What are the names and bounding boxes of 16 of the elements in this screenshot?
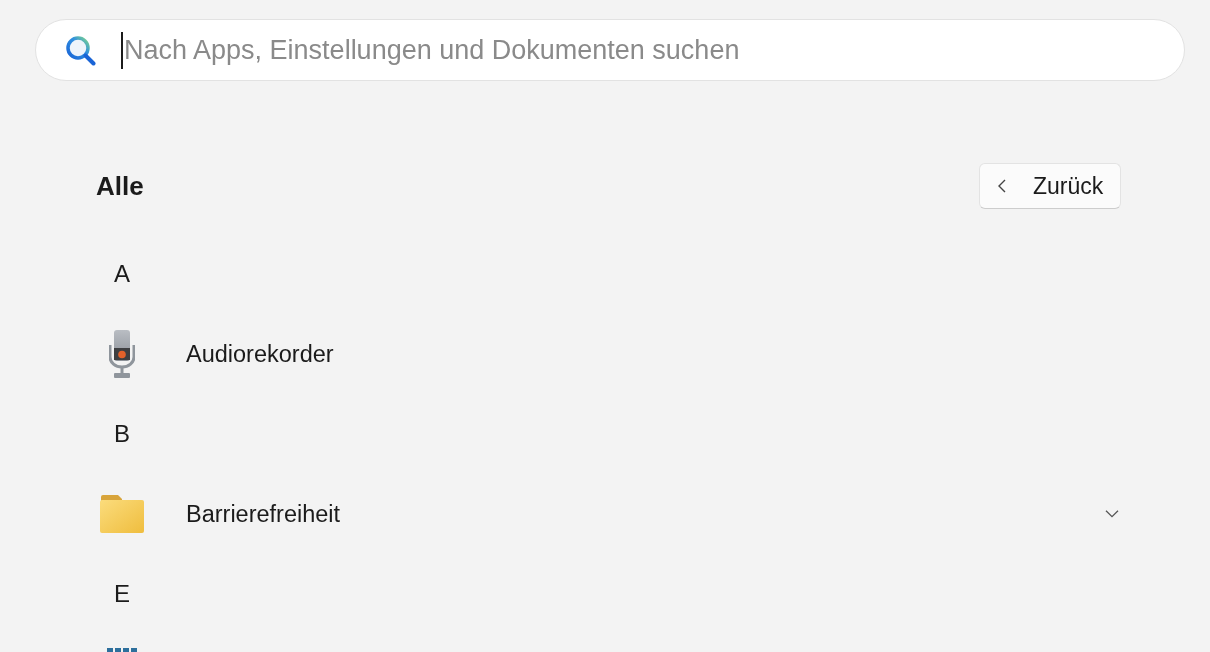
chevron-left-icon bbox=[998, 179, 1006, 193]
app-name[interactable]: Audiorekorder bbox=[186, 339, 334, 369]
text-cursor-icon bbox=[121, 31, 123, 69]
app-name[interactable]: Barrierefreiheit bbox=[186, 499, 341, 529]
letter-heading[interactable]: E bbox=[98, 579, 146, 609]
chevron-down-icon[interactable] bbox=[1105, 510, 1119, 518]
cut-off-app-icon bbox=[107, 648, 137, 652]
microphone-icon bbox=[109, 330, 135, 378]
search-bar[interactable]: Nach Apps, Einstellungen und Dokumenten suchen bbox=[35, 19, 1185, 81]
folder-icon bbox=[100, 495, 144, 533]
back-button[interactable]: Zurück bbox=[979, 163, 1121, 209]
letter-heading[interactable]: A bbox=[98, 259, 146, 289]
search-icon bbox=[65, 34, 96, 66]
section-title: Alle bbox=[96, 170, 144, 202]
search-field[interactable]: Nach Apps, Einstellungen und Dokumenten suchen bbox=[124, 30, 1154, 70]
letter-heading[interactable]: B bbox=[98, 419, 146, 449]
